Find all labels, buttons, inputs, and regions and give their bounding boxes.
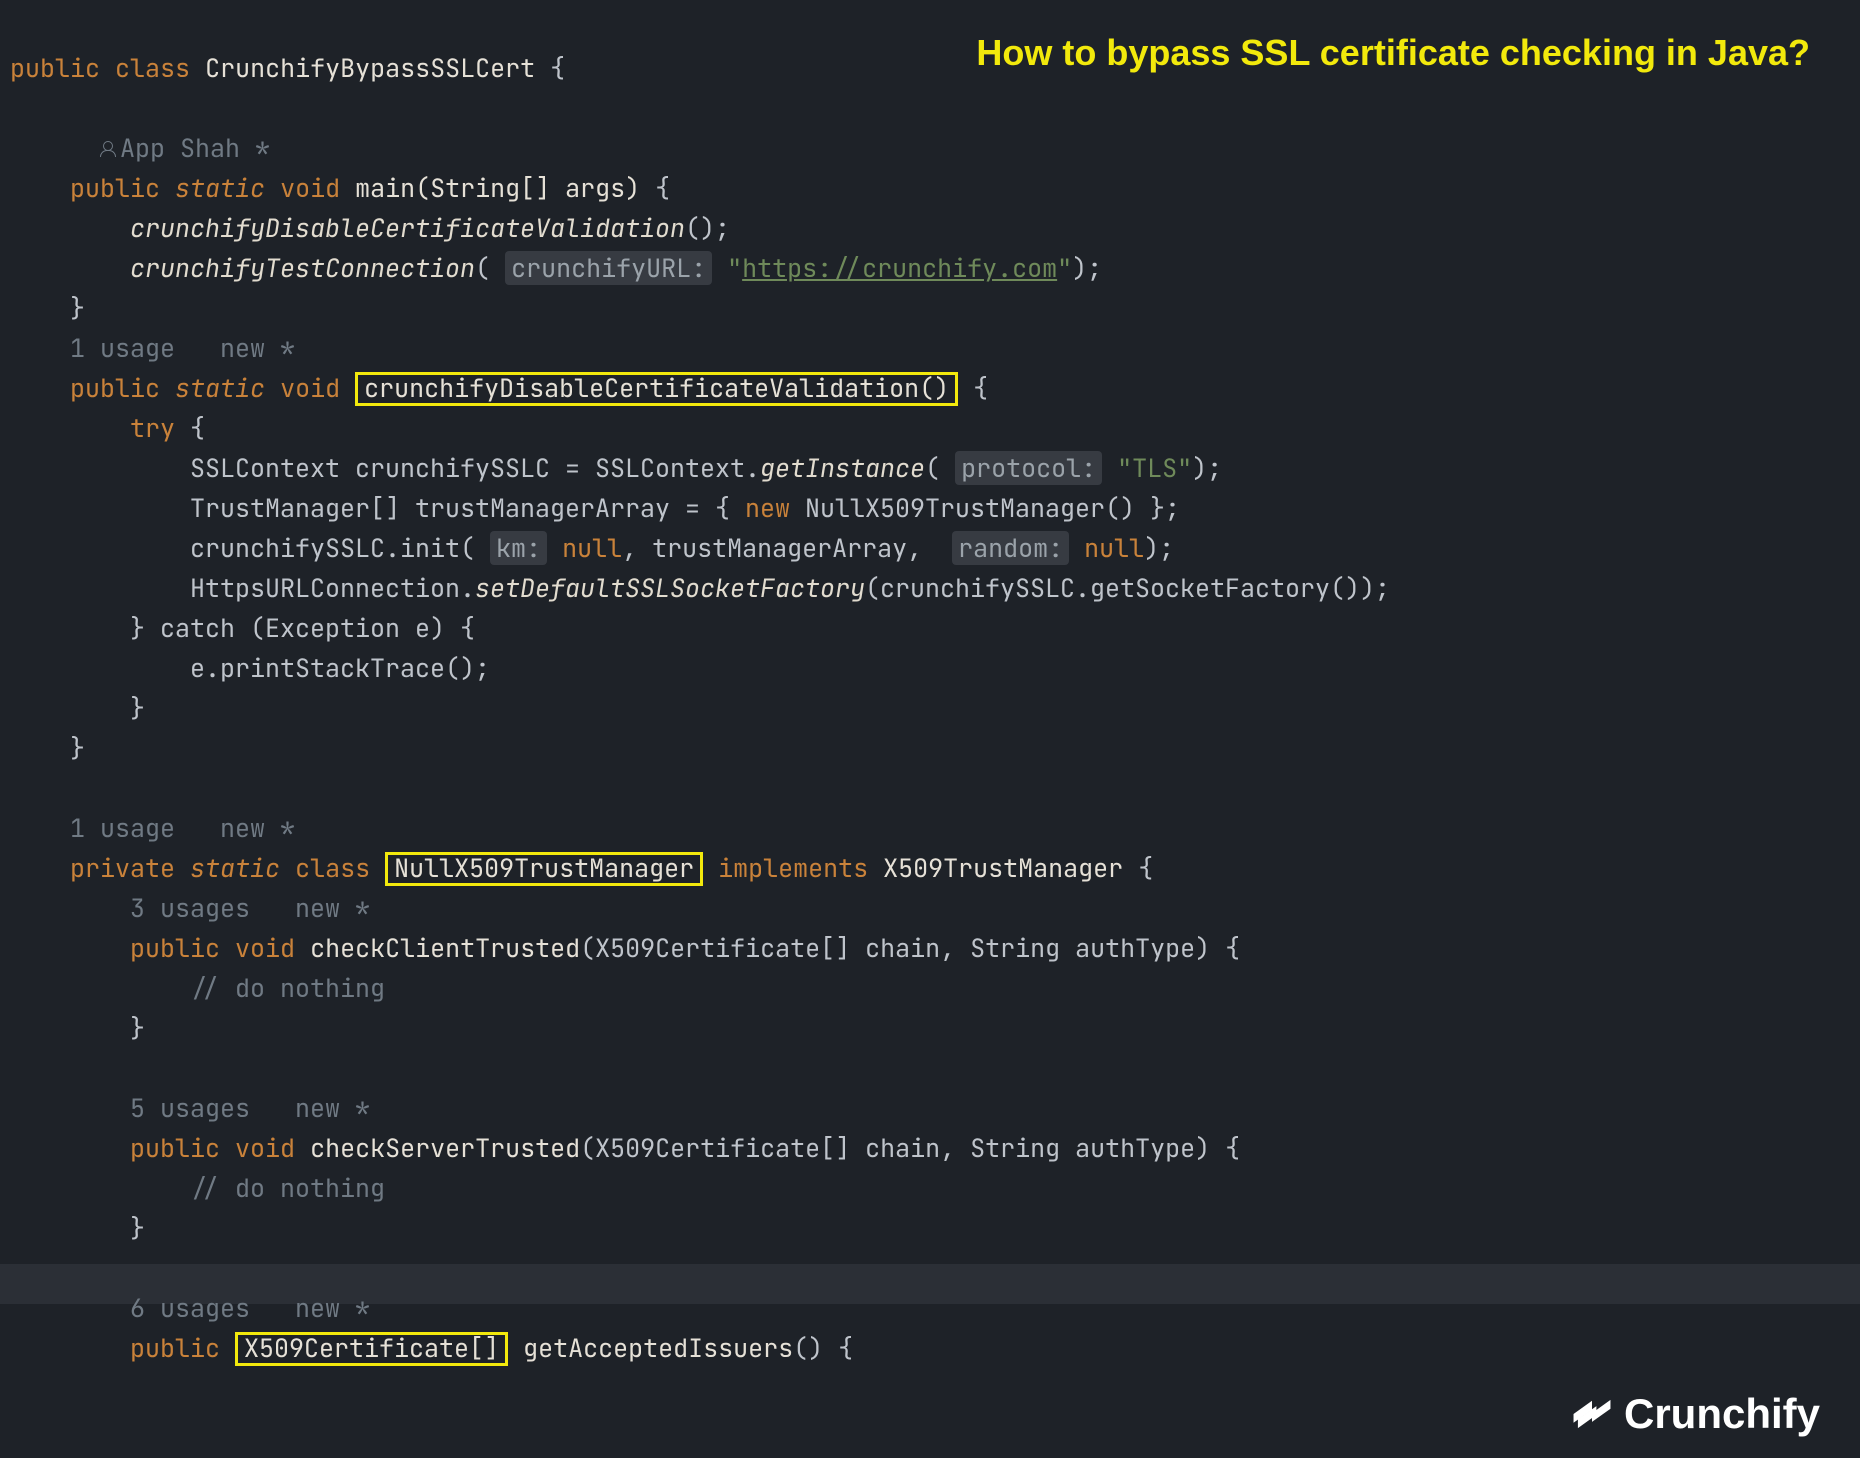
highlight-box-return: X509Certificate[] [235, 1332, 508, 1366]
highlight-box-class: NullX509TrustManager [385, 852, 703, 886]
inline-hint: random: [952, 531, 1069, 565]
highlight-box-method: crunchifyDisableCertificateValidation() [355, 372, 958, 406]
code-line[interactable]: } [10, 731, 85, 765]
brand-watermark: Crunchify [1570, 1390, 1820, 1438]
code-line[interactable]: crunchifyDisableCertificateValidation(); [10, 211, 730, 245]
code-line[interactable]: } catch (Exception e) { [10, 611, 475, 645]
url-link[interactable]: https://crunchify.com [742, 251, 1057, 285]
keyword-public: public [10, 51, 100, 85]
usage-annotation[interactable]: 5 usages new * [10, 1091, 370, 1125]
code-line[interactable]: SSLContext crunchifySSLC = SSLContext.ge… [10, 451, 1222, 485]
code-editor[interactable]: public class CrunchifyBypassSSLCert { Ap… [0, 0, 1860, 1368]
code-line[interactable]: private static class NullX509TrustManage… [10, 851, 1153, 885]
code-line[interactable]: // do nothing [10, 1171, 385, 1205]
code-line[interactable]: HttpsURLConnection.setDefaultSSLSocketFa… [10, 571, 1390, 605]
code-line[interactable]: } [10, 691, 145, 725]
code-line[interactable]: public class CrunchifyBypassSSLCert { [10, 51, 565, 85]
code-line[interactable]: } [10, 1011, 145, 1045]
usage-annotation[interactable]: 1 usage new * [10, 331, 295, 365]
inline-hint: km: [490, 531, 547, 565]
author-annotation: App Shah * [10, 131, 270, 165]
usage-annotation[interactable]: 1 usage new * [10, 811, 295, 845]
code-line[interactable]: } [10, 1211, 145, 1245]
code-line[interactable]: crunchifySSLC.init( km: null, trustManag… [10, 531, 1174, 565]
code-line[interactable]: crunchifyTestConnection( crunchifyURL: "… [10, 251, 1102, 285]
code-line[interactable]: public void checkClientTrusted(X509Certi… [10, 931, 1240, 965]
class-name: CrunchifyBypassSSLCert [205, 51, 535, 85]
code-line[interactable]: e.printStackTrace(); [10, 651, 490, 685]
brand-logo-icon [1570, 1392, 1614, 1436]
code-line[interactable]: try { [10, 411, 205, 445]
code-line[interactable]: // do nothing [10, 971, 385, 1005]
code-line[interactable]: public static void crunchifyDisableCerti… [10, 371, 988, 405]
code-line[interactable]: public X509Certificate[] getAcceptedIssu… [10, 1331, 853, 1365]
code-line[interactable]: TrustManager[] trustManagerArray = { new… [10, 491, 1180, 525]
usage-annotation[interactable]: 3 usages new * [10, 891, 370, 925]
method-main: main(String[] args) [355, 171, 640, 205]
code-line[interactable]: } [10, 291, 85, 325]
inline-hint: crunchifyURL: [505, 251, 712, 285]
usage-annotation[interactable]: 6 usages new * [10, 1291, 370, 1325]
keyword-class: class [115, 51, 190, 85]
code-line[interactable]: public static void main(String[] args) { [10, 171, 670, 205]
inline-hint: protocol: [955, 451, 1102, 485]
code-line[interactable]: public void checkServerTrusted(X509Certi… [10, 1131, 1240, 1165]
author-icon [100, 141, 114, 155]
